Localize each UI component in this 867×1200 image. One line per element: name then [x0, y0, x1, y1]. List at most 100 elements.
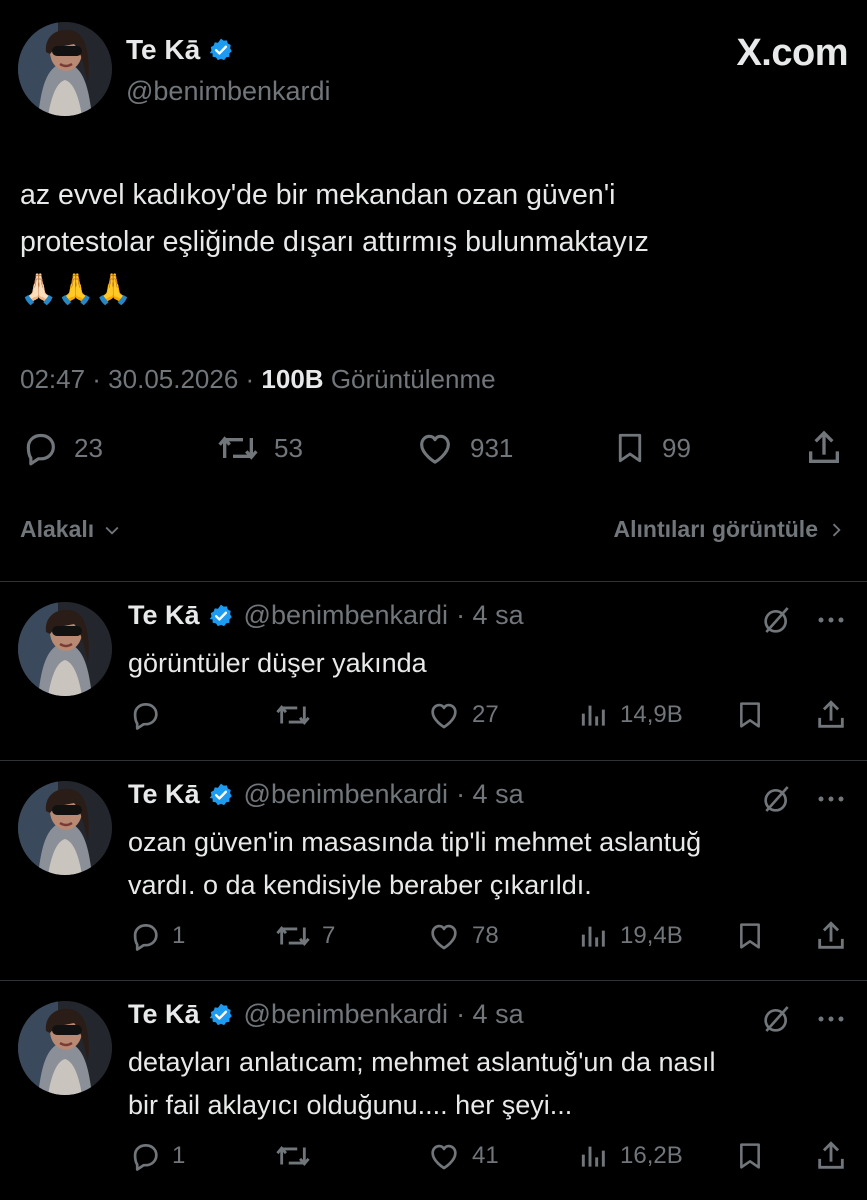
bookmark-button[interactable] [734, 919, 766, 953]
more-options-icon[interactable] [817, 1014, 845, 1024]
bookmark-icon [612, 428, 648, 468]
reply-icon [20, 428, 60, 468]
grok-icon[interactable] [761, 783, 793, 815]
bookmark-button[interactable]: 99 [612, 428, 691, 468]
reply-action-bar: 27 14,9B [128, 698, 848, 734]
avatar[interactable] [18, 602, 112, 696]
share-icon [814, 698, 848, 732]
share-icon [804, 428, 844, 468]
avatar[interactable] [18, 22, 112, 116]
author-handle[interactable]: @benimbenkardi [126, 76, 331, 107]
reply-item[interactable]: Te Kā @benimbenkardi · 4 sa görüntüler d… [0, 582, 867, 760]
reply-age[interactable]: · 4 sa [456, 999, 524, 1030]
like-count: 78 [472, 922, 499, 949]
tweet-action-bar: 23 53 931 99 [20, 428, 850, 472]
reply-button[interactable] [128, 698, 172, 732]
views-button[interactable]: 14,9B [578, 698, 683, 732]
reply-button[interactable]: 23 [20, 428, 103, 468]
reply-text-line: görüntüler düşer yakında [128, 648, 427, 678]
repost-button[interactable]: 53 [216, 428, 303, 468]
view-count: 14,9B [620, 701, 683, 728]
avatar[interactable] [18, 1001, 112, 1095]
reply-item[interactable]: Te Kā @benimbenkardi · 4 sa detayları an… [0, 981, 867, 1200]
reply-text-line: ozan güven'in masasında tip'li mehmet as… [128, 827, 702, 857]
view-count: 16,2B [620, 1142, 683, 1169]
like-button[interactable]: 41 [426, 1139, 499, 1173]
share-button[interactable] [804, 428, 844, 468]
repost-icon [274, 698, 312, 732]
bookmark-count: 99 [662, 432, 691, 463]
reply-author-name[interactable]: Te Kā [128, 999, 200, 1030]
reply-author-handle[interactable]: @benimbenkardi [244, 600, 449, 631]
avatar[interactable] [18, 781, 112, 875]
more-options-icon[interactable] [817, 794, 845, 804]
reply-age[interactable]: · 4 sa [456, 779, 524, 810]
reply-author-handle[interactable]: @benimbenkardi [244, 779, 449, 810]
reply-header: Te Kā @benimbenkardi · 4 sa [128, 999, 524, 1030]
reply-text-line: vardı. o da kendisiyle beraber çıkarıldı… [128, 870, 592, 900]
view-quotes-link[interactable]: Alıntıları görüntüle [614, 516, 846, 543]
reply-header: Te Kā @benimbenkardi · 4 sa [128, 779, 524, 810]
share-button[interactable] [814, 919, 848, 953]
share-icon [814, 1139, 848, 1173]
grok-icon[interactable] [761, 1003, 793, 1035]
repost-button[interactable] [274, 1139, 322, 1173]
more-options-icon[interactable] [817, 615, 845, 625]
reply-author-name[interactable]: Te Kā [128, 779, 200, 810]
repost-icon [274, 1139, 312, 1173]
repost-count: 7 [322, 922, 336, 949]
bookmark-icon [734, 919, 766, 953]
chevron-down-icon [102, 520, 122, 540]
bookmark-icon [734, 1139, 766, 1173]
heart-icon [426, 919, 462, 953]
bookmark-icon [734, 698, 766, 732]
verified-badge-icon [208, 782, 234, 808]
view-count: 19,4B [620, 922, 683, 949]
share-button[interactable] [814, 1139, 848, 1173]
reply-age[interactable]: · 4 sa [456, 600, 524, 631]
like-button[interactable]: 931 [414, 428, 513, 468]
author-name-row[interactable]: Te Kā [126, 34, 234, 66]
reply-count: 1 [172, 1142, 186, 1169]
reply-author-handle[interactable]: @benimbenkardi [244, 999, 449, 1030]
views-button[interactable]: 16,2B [578, 1139, 683, 1173]
repost-icon [274, 919, 312, 953]
like-button[interactable]: 78 [426, 919, 499, 953]
reply-item[interactable]: Te Kā @benimbenkardi · 4 sa ozan güven'i… [0, 761, 867, 980]
repost-icon [216, 428, 260, 468]
author-name[interactable]: Te Kā [126, 34, 200, 66]
heart-icon [426, 698, 462, 732]
reply-tools [761, 783, 845, 815]
reply-text-line: detayları anlatıcam; mehmet aslantuğ'un … [128, 1047, 716, 1077]
like-button[interactable]: 27 [426, 698, 499, 732]
verified-badge-icon [208, 1002, 234, 1028]
bookmark-button[interactable] [734, 1139, 766, 1173]
repost-button[interactable]: 7 [274, 919, 335, 953]
analytics-icon [578, 698, 610, 732]
repost-count: 53 [274, 432, 303, 463]
reply-author-name[interactable]: Te Kā [128, 600, 200, 631]
analytics-icon [578, 1139, 610, 1173]
repost-button[interactable] [274, 698, 322, 732]
heart-icon [414, 428, 456, 468]
grok-icon[interactable] [761, 604, 793, 636]
tweet-view-label: Görüntülenme [330, 364, 496, 394]
reply-button[interactable]: 1 [128, 1139, 185, 1173]
sort-dropdown[interactable]: Alakalı [20, 516, 122, 543]
share-button[interactable] [814, 698, 848, 732]
sort-label: Alakalı [20, 516, 95, 542]
chevron-right-icon [826, 520, 846, 540]
views-button[interactable]: 19,4B [578, 919, 683, 953]
tweet-text-line: protestolar eşliğinde dışarı attırmış bu… [20, 226, 649, 258]
reply-action-bar: 1 7 78 19,4B [128, 919, 848, 955]
heart-icon [426, 1139, 462, 1173]
tweet-emoji-line: 🙏🏻🙏🙏 [20, 273, 133, 306]
tweet-timestamp[interactable]: 02:47 · 30.05.2026 · [20, 364, 254, 394]
like-count: 27 [472, 701, 499, 728]
reply-button[interactable]: 1 [128, 919, 185, 953]
bookmark-button[interactable] [734, 698, 766, 732]
reply-text-line: bir fail aklayıcı olduğunu.... her şeyi.… [128, 1090, 573, 1120]
reply-icon [128, 698, 162, 732]
x-logo: X.com [736, 32, 848, 74]
reply-icon [128, 919, 162, 953]
